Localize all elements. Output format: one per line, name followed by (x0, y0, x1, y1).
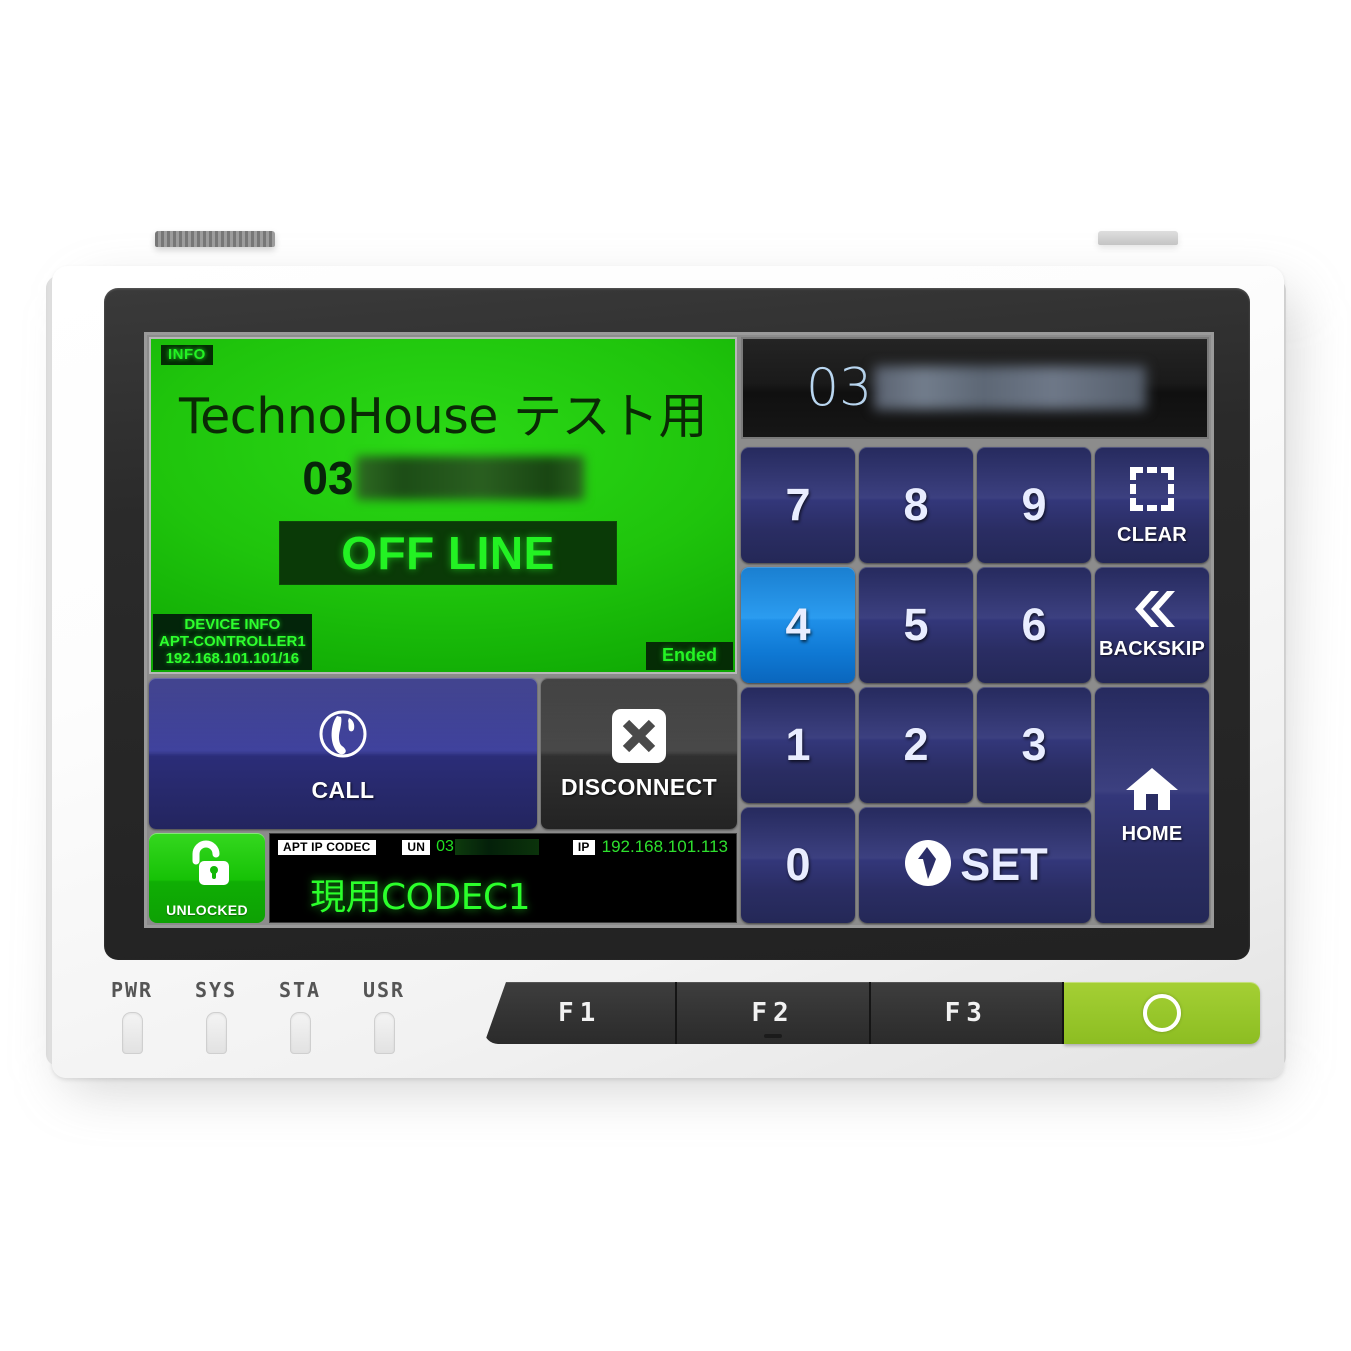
key-8-label: 8 (903, 479, 929, 530)
key-6[interactable]: 6 (977, 567, 1091, 683)
key-set[interactable]: SET (859, 807, 1091, 923)
key-clear-label: CLEAR (1117, 524, 1187, 546)
power-button[interactable] (1063, 982, 1260, 1044)
codec-info-header: APT IP CODEC UN 03 IP 192.168.101.113 (270, 837, 736, 857)
key-clear[interactable]: CLEAR (1095, 447, 1209, 563)
un-tag: UN (402, 839, 431, 855)
led-usr-lamp (373, 1012, 395, 1054)
info-number-prefix: 03 (302, 452, 354, 504)
ended-badge: Ended (645, 641, 733, 670)
key-home-label: HOME (1121, 823, 1183, 845)
power-ring-icon (1142, 994, 1181, 1032)
led-usr-label: USR (362, 978, 406, 1002)
enter-arrow-circle-icon (902, 837, 954, 894)
led-sta-label: STA (278, 978, 322, 1002)
key-0-label: 0 (785, 839, 811, 890)
ip-value: 192.168.101.113 (601, 837, 728, 857)
keypad-panel: 03 7 8 9 CLEAR 4 5 6 BACKSKIP 1 2 3 HOME… (741, 337, 1209, 923)
codec-type-tag: APT IP CODEC (278, 839, 376, 855)
bottom-hardware-area: PWR SYS STA USR F1 F2 F3 (60, 978, 1275, 1078)
top-vent-grille-left (155, 231, 275, 247)
x-cross-icon (610, 707, 668, 770)
device-info-box: DEVICE INFO APT-CONTROLLER1 192.168.101.… (153, 613, 312, 670)
key-5[interactable]: 5 (859, 567, 973, 683)
call-button-label: CALL (311, 776, 375, 803)
function-key-f3[interactable]: F3 (870, 982, 1064, 1044)
key-2[interactable]: 2 (859, 687, 973, 803)
function-key-f2-label: F2 (751, 998, 795, 1028)
key-backskip-label: BACKSKIP (1098, 638, 1206, 660)
led-pwr: PWR (108, 978, 156, 1054)
call-state-box: OFF LINE (279, 521, 617, 585)
function-key-f2[interactable]: F2 (677, 982, 871, 1044)
key-9[interactable]: 9 (977, 447, 1091, 563)
phone-handset-icon (311, 704, 375, 773)
device-info-heading: DEVICE INFO (184, 615, 281, 633)
call-state-text: OFF LINE (341, 527, 555, 579)
key-7-label: 7 (785, 479, 811, 530)
key-3-label: 3 (1021, 719, 1047, 770)
disconnect-button-label: DISCONNECT (560, 773, 718, 800)
info-number-row: 03 (151, 451, 735, 505)
key-8[interactable]: 8 (859, 447, 973, 563)
function-key-f1[interactable]: F1 (484, 982, 678, 1044)
key-backskip[interactable]: BACKSKIP (1095, 567, 1209, 683)
function-key-f2-nub (763, 1034, 782, 1038)
lock-status-tile[interactable]: UNLOCKED (149, 833, 265, 923)
key-0[interactable]: 0 (741, 807, 855, 923)
key-3[interactable]: 3 (977, 687, 1091, 803)
lock-status-label: UNLOCKED (166, 902, 248, 918)
number-display-redacted (874, 366, 1147, 410)
number-display[interactable]: 03 (741, 337, 1209, 439)
led-sys-label: SYS (194, 978, 238, 1002)
info-panel: INFO TechnoHouse テスト用 03 OFF LINE DEVICE… (149, 337, 737, 674)
left-panel: INFO TechnoHouse テスト用 03 OFF LINE DEVICE… (149, 337, 737, 923)
key-1[interactable]: 1 (741, 687, 855, 803)
key-5-label: 5 (903, 599, 929, 650)
device-info-hostname: APT-CONTROLLER1 (159, 632, 306, 650)
un-value: 03 (436, 838, 454, 856)
info-number-redacted (355, 456, 584, 500)
numeric-keypad: 7 8 9 CLEAR 4 5 6 BACKSKIP 1 2 3 HOME 0 … (741, 443, 1209, 923)
touch-screen: INFO TechnoHouse テスト用 03 OFF LINE DEVICE… (144, 332, 1214, 928)
key-7[interactable]: 7 (741, 447, 855, 563)
led-sys-lamp (205, 1012, 227, 1054)
led-sta-lamp (289, 1012, 311, 1054)
action-button-row: CALL DISCONNECT (149, 677, 737, 830)
disconnect-button[interactable]: DISCONNECT (541, 677, 737, 830)
led-pwr-lamp (121, 1012, 143, 1054)
codec-name: 現用CODEC1 (310, 877, 530, 918)
house-icon (1124, 764, 1180, 819)
codec-status-row: UNLOCKED APT IP CODEC UN 03 IP 192.168.1… (149, 833, 737, 923)
un-value-redacted (454, 839, 539, 856)
function-key-f3-label: F3 (944, 998, 988, 1028)
function-key-f1-label: F1 (558, 998, 602, 1028)
key-set-label: SET (960, 839, 1048, 890)
codec-info-box: APT IP CODEC UN 03 IP 192.168.101.113 現用… (269, 833, 737, 923)
function-key-bar: F1 F2 F3 (484, 982, 1260, 1044)
led-sys: SYS (192, 978, 240, 1054)
led-pwr-label: PWR (110, 978, 154, 1002)
info-title: TechnoHouse テスト用 (179, 388, 707, 445)
key-1-label: 1 (785, 719, 811, 770)
key-6-label: 6 (1021, 599, 1047, 650)
led-sta: STA (276, 978, 324, 1054)
led-indicator-group: PWR SYS STA USR (108, 978, 408, 1054)
key-4-label: 4 (785, 599, 811, 650)
key-4[interactable]: 4 (741, 567, 855, 683)
device-info-address: 192.168.101.101/16 (165, 649, 300, 667)
led-usr: USR (360, 978, 408, 1054)
top-mount-tab-right (1098, 231, 1178, 245)
key-home[interactable]: HOME (1095, 687, 1209, 923)
key-9-label: 9 (1021, 479, 1047, 530)
ip-tag: IP (572, 839, 595, 855)
double-chevron-left-icon (1125, 589, 1179, 634)
key-2-label: 2 (903, 719, 929, 770)
open-padlock-icon (179, 837, 235, 898)
call-button[interactable]: CALL (149, 677, 537, 830)
info-badge: INFO (161, 345, 213, 365)
dashed-square-icon (1126, 463, 1178, 520)
number-display-prefix: 03 (806, 358, 873, 418)
